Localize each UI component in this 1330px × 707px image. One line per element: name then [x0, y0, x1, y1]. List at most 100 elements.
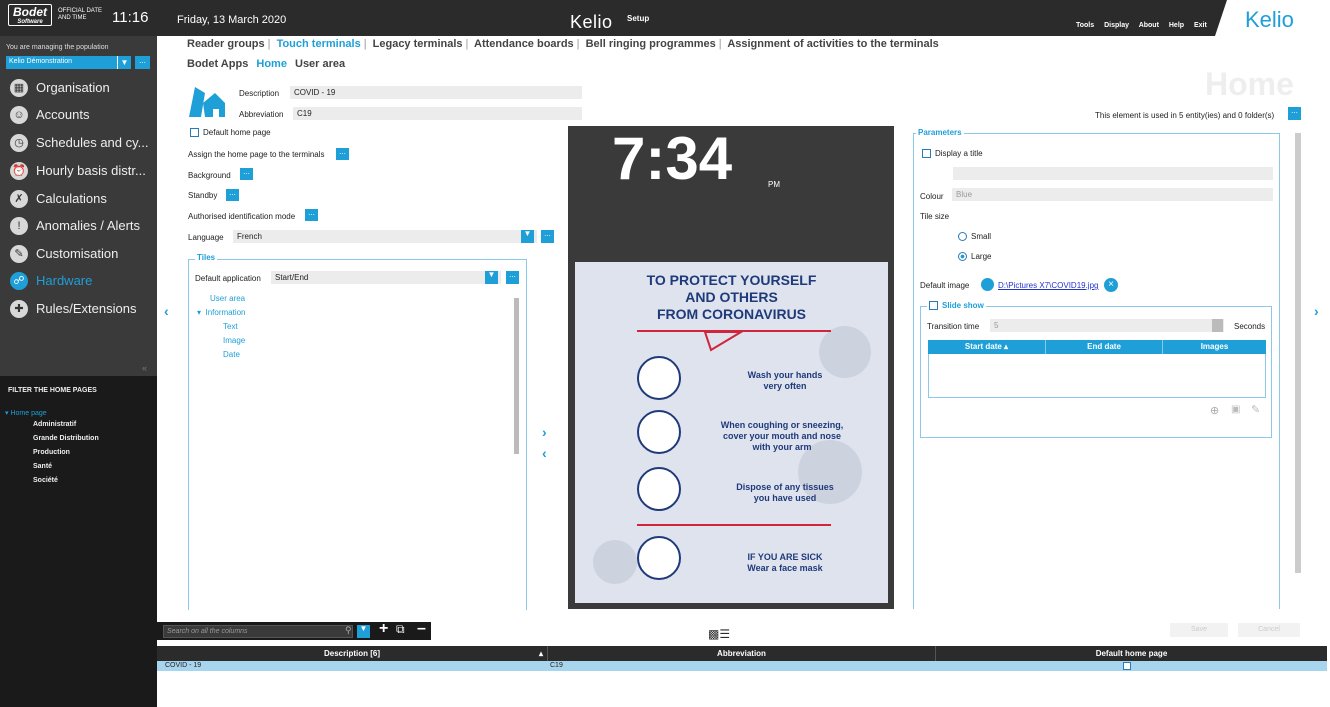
right-scrollbar[interactable]	[1295, 133, 1301, 573]
transition-stepper[interactable]	[1212, 319, 1223, 332]
search-input[interactable]: Search on all the columns	[163, 625, 353, 638]
chevron-down-icon[interactable]: ▼	[521, 230, 534, 243]
chevron-down-icon[interactable]: ▼	[117, 56, 131, 69]
colour-select[interactable]: Blue	[952, 188, 1273, 201]
filter-item[interactable]: Santé	[33, 463, 52, 470]
tab-assignment-activities[interactable]: Assignment of activities to the terminal…	[727, 38, 939, 50]
add-icon[interactable]: ⊕	[1210, 404, 1219, 417]
tree-scrollbar[interactable]	[514, 298, 519, 454]
tip-cough: When coughing or sneezing, cover your mou…	[720, 420, 844, 452]
population-more-button[interactable]: ...	[135, 56, 150, 69]
title-field[interactable]	[953, 167, 1273, 180]
display-title-checkbox[interactable]: Display a title	[922, 149, 983, 159]
save-button[interactable]: Save	[1170, 623, 1228, 637]
tree-item-image[interactable]: Image	[223, 336, 245, 345]
cancel-button[interactable]: Cancel	[1238, 623, 1300, 637]
edit-icon[interactable]: ✎	[1251, 403, 1260, 416]
sidebar-item-hardware[interactable]: ☍ Hardware	[8, 269, 154, 293]
background-button[interactable]: ...	[240, 168, 253, 180]
standby-button[interactable]: ...	[226, 189, 239, 201]
tree-item-text[interactable]: Text	[223, 322, 238, 331]
sort-asc-icon[interactable]: ▴	[535, 646, 547, 661]
menu-exit[interactable]: Exit	[1194, 22, 1207, 29]
sidebar-item-organisation[interactable]: ▦ Organisation	[8, 76, 154, 100]
menu-help[interactable]: Help	[1169, 22, 1184, 29]
auth-mode-button[interactable]: ...	[305, 209, 318, 221]
menu-display[interactable]: Display	[1104, 22, 1129, 29]
tab-bell-ringing[interactable]: Bell ringing programmes	[586, 38, 716, 50]
sidebar-item-rules[interactable]: ✚ Rules/Extensions	[8, 297, 154, 321]
tab-bodet-apps[interactable]: Bodet Apps	[187, 58, 248, 70]
tree-item-date[interactable]: Date	[223, 350, 240, 359]
hardware-icon: ☍	[10, 272, 28, 290]
default-app-more-button[interactable]: ...	[506, 271, 519, 284]
tab-home[interactable]: Home	[256, 58, 287, 70]
chevron-left-icon[interactable]: ‹	[164, 303, 169, 319]
sidebar-item-accounts[interactable]: ☺ Accounts	[8, 103, 154, 127]
tab-touch-terminals[interactable]: Touch terminals	[277, 38, 361, 50]
filter-item[interactable]: Société	[33, 477, 58, 484]
filter-item[interactable]: Production	[33, 449, 70, 456]
transition-field[interactable]: 5	[990, 319, 1224, 332]
abbreviation-label: Abbreviation	[239, 110, 284, 119]
filter-root-home-page[interactable]: ▾ Home page	[5, 409, 47, 417]
col-description[interactable]: Description [6]	[157, 646, 547, 661]
slide-show-checkbox[interactable]: Slide show	[927, 301, 986, 311]
usage-text: This element is used in 5 entity(ies) an…	[1095, 111, 1275, 120]
table-row[interactable]: COVID - 19 C19	[157, 661, 1327, 671]
default-image-link[interactable]: D:\Pictures X7\COVID19.jpg	[998, 281, 1098, 290]
population-select[interactable]: Kelio Démonstration	[6, 56, 131, 69]
sidebar-item-schedules[interactable]: ◷ Schedules and cy...	[8, 131, 154, 155]
tab-user-area[interactable]: User area	[295, 58, 345, 70]
link-icon[interactable]	[981, 278, 994, 291]
filter-panel: FILTER THE HOME PAGES ▾ Home page Admini…	[0, 376, 157, 707]
chevron-down-icon[interactable]: ▼	[485, 271, 498, 284]
menu-tools[interactable]: Tools	[1076, 22, 1094, 29]
default-app-select[interactable]: Start/End	[271, 271, 501, 284]
chevron-right-icon[interactable]: ›	[1314, 303, 1319, 319]
sidebar-item-anomalies[interactable]: ! Anomalies / Alerts	[8, 214, 154, 238]
sidebar-item-customisation[interactable]: ✎ Customisation	[8, 242, 154, 266]
tile-size-label: Tile size	[920, 212, 950, 221]
chevron-right-icon[interactable]: ›	[542, 424, 547, 440]
usage-more-button[interactable]: ...	[1288, 107, 1301, 120]
language-more-button[interactable]: ...	[541, 230, 554, 243]
tile-size-small-radio[interactable]: Small	[958, 232, 991, 242]
assign-button[interactable]: ...	[336, 148, 349, 160]
tab-reader-groups[interactable]: Reader groups	[187, 38, 265, 50]
col-start-date[interactable]: Start date ▴	[928, 340, 1045, 354]
filter-item[interactable]: Administratif	[33, 421, 76, 428]
close-icon[interactable]: ×	[1104, 278, 1118, 292]
col-images[interactable]: Images	[1162, 340, 1266, 354]
tree-item-user-area[interactable]: User area	[210, 294, 245, 303]
row-default-checkbox[interactable]	[1123, 662, 1131, 670]
remove-icon[interactable]: –	[417, 620, 426, 638]
collapse-icon[interactable]: «	[142, 363, 147, 373]
calculations-icon: ✗	[10, 190, 28, 208]
wash-hands-icon	[637, 356, 681, 400]
default-home-page-checkbox[interactable]: Default home page	[190, 128, 271, 138]
tile-size-large-radio[interactable]: Large	[958, 252, 991, 262]
col-abbreviation[interactable]: Abbreviation	[547, 646, 935, 661]
tab-legacy-terminals[interactable]: Legacy terminals	[373, 38, 463, 50]
chevron-left-icon[interactable]: ‹	[542, 445, 547, 461]
tab-attendance-boards[interactable]: Attendance boards	[474, 38, 574, 50]
abbreviation-field[interactable]: C19	[293, 107, 582, 120]
view-toggle-icon[interactable]: ▩☰	[708, 627, 730, 641]
chevron-down-icon[interactable]: ▼	[357, 625, 370, 638]
col-end-date[interactable]: End date	[1045, 340, 1162, 354]
sidebar-item-calculations[interactable]: ✗ Calculations	[8, 187, 154, 211]
delete-icon[interactable]: ▣	[1231, 404, 1240, 415]
sidebar-item-hourly[interactable]: ⏰ Hourly basis distr...	[8, 159, 154, 183]
search-icon[interactable]: ⚲	[345, 625, 356, 637]
duplicate-icon[interactable]: ⧉	[396, 622, 405, 637]
col-default-home[interactable]: Default home page	[935, 646, 1327, 661]
language-select[interactable]: French	[233, 230, 537, 243]
tree-item-information[interactable]: ▾ Information	[197, 308, 246, 317]
add-icon[interactable]: +	[379, 620, 388, 638]
description-field[interactable]: COVID - 19	[290, 86, 582, 99]
assign-label: Assign the home page to the terminals	[188, 150, 325, 159]
filter-item[interactable]: Grande Distribution	[33, 435, 99, 442]
kelio-logo: Kelio	[1215, 0, 1330, 36]
menu-about[interactable]: About	[1139, 22, 1159, 29]
